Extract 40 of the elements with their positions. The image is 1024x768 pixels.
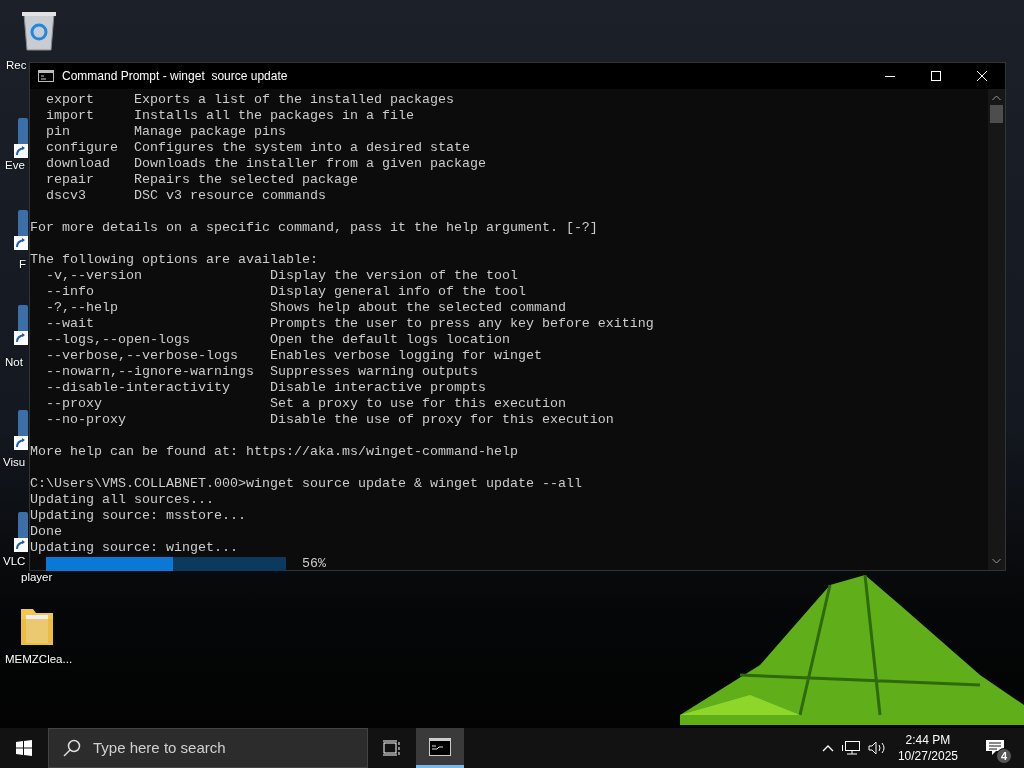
console-line: C:\Users\VMS.COLLABNET.000>winget source update & winget update --all	[30, 476, 583, 492]
console-line: --wait Prompts the user to press any key before exiting	[45, 316, 655, 332]
console-line: Done	[30, 524, 63, 540]
console-line: Updating source: msstore...	[30, 508, 247, 524]
icon-label[interactable]: player	[21, 570, 53, 584]
clock-time[interactable]: 2:44 PM	[897, 732, 958, 748]
notification-count: 4	[996, 748, 1012, 764]
console-line: --nowarn,--ignore-warnings Suppresses warning outputs	[45, 364, 479, 380]
console-line: --verbose,--verbose-logs Enables verbose logging for winget	[45, 348, 543, 364]
console-line: --disable-interactivity Disable interactive prompts	[45, 380, 487, 396]
console-line: import Installs all the packages in a file	[45, 108, 415, 124]
console-line: download Downloads the installer from a given package	[45, 156, 487, 172]
console-line: Updating source: winget...	[30, 540, 239, 556]
console-line: More help can be found at: https://aka.ms/winget-command-help	[30, 444, 519, 460]
console-line: dscv3 DSC v3 resource commands	[45, 188, 327, 204]
console-line: --logs,--open-logs Open the default logs location	[45, 332, 511, 348]
console-line: export Exports a list of the installed packages	[45, 92, 455, 108]
console-line: repair Repairs the selected package	[45, 172, 359, 188]
console-line: --no-proxy Disable the use of proxy for this execution	[45, 412, 615, 428]
icon-label[interactable]: Eve	[5, 158, 25, 172]
console-line: For more details on a specific command, pass it the help argument. [-?]	[30, 220, 599, 236]
icon-label[interactable]: MEMZClea...	[5, 652, 73, 666]
console-line: --info Display general info of the tool	[45, 284, 527, 300]
console-line: -v,--version Display the version of the tool	[45, 268, 519, 284]
console-line: pin Manage package pins	[45, 124, 287, 140]
clock-date[interactable]: 10/27/2025	[897, 748, 958, 764]
icon-label[interactable]: VLC	[3, 554, 26, 568]
console-line: -?,--help Shows help about the selected command	[45, 300, 567, 316]
console-line: configure Configures the system into a desired state	[45, 140, 471, 156]
icon-label[interactable]: Visu	[3, 455, 26, 469]
progress-percent: 56%	[302, 556, 326, 572]
search-field[interactable]: Type here to search	[48, 728, 368, 768]
icon-label[interactable]: F	[19, 257, 27, 271]
window-title: Command Prompt - winget source update	[62, 68, 288, 85]
console-line: Updating all sources...	[30, 492, 215, 508]
icon-label[interactable]: Not	[5, 355, 23, 369]
console-line: The following options are available:	[30, 252, 319, 268]
console-line: --proxy Set a proxy to use for this execution	[45, 396, 567, 412]
icon-label[interactable]: Rec	[6, 58, 27, 72]
notifications-button[interactable]: 4	[976, 728, 1016, 768]
